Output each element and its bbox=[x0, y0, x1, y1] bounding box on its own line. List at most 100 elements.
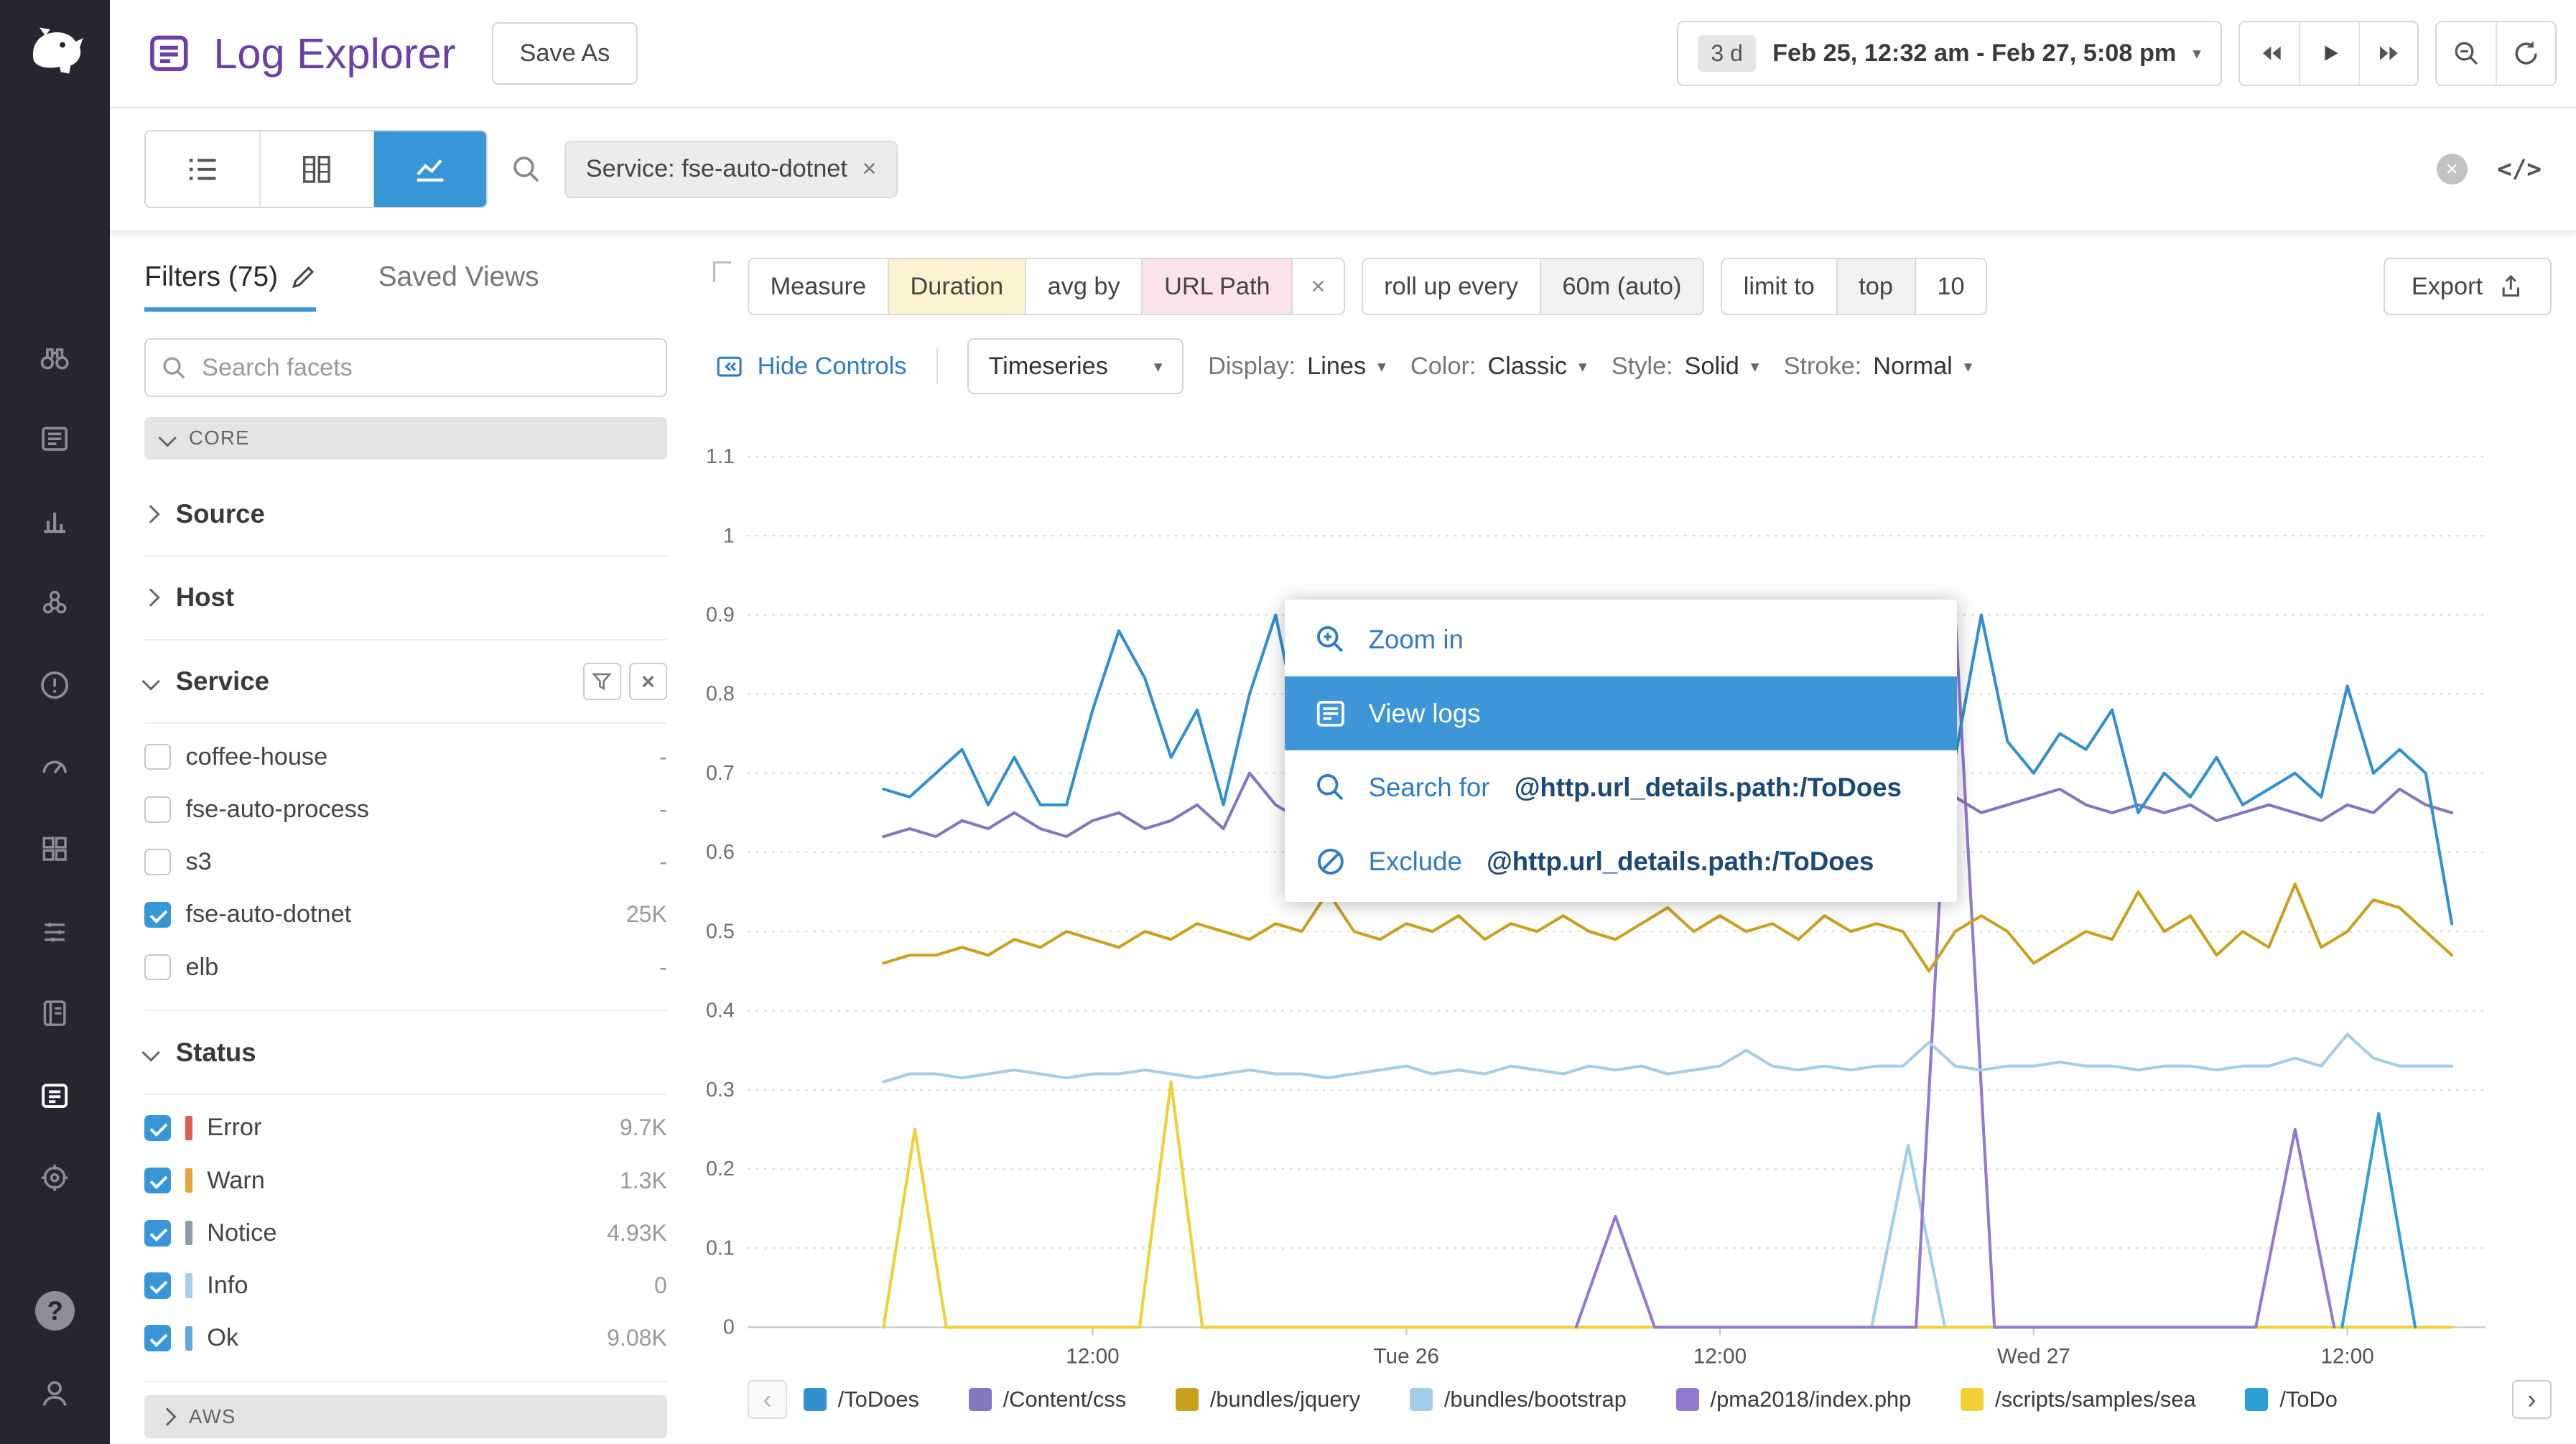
sidebar-item-apm[interactable] bbox=[0, 726, 110, 808]
sidebar-item-help[interactable]: ? bbox=[0, 1270, 110, 1351]
legend-item[interactable]: /bundles/bootstrap bbox=[1410, 1387, 1627, 1412]
facet-group-status[interactable]: Status bbox=[144, 1011, 667, 1095]
hide-controls-button[interactable]: Hide Controls bbox=[715, 352, 906, 381]
list-view-toggle[interactable] bbox=[146, 131, 259, 207]
legend-next-icon[interactable]: › bbox=[2512, 1380, 2552, 1420]
legend-item[interactable]: /pma2018/index.php bbox=[1676, 1387, 1912, 1412]
list-view-icon bbox=[185, 153, 220, 186]
facet-group-source[interactable]: Source bbox=[144, 472, 667, 556]
refresh-button[interactable] bbox=[2496, 22, 2554, 85]
save-as-button[interactable]: Save As bbox=[492, 22, 638, 85]
menu-item-search-for[interactable]: Search for @http.url_details.path:/ToDoe… bbox=[1285, 750, 1957, 824]
checkbox[interactable] bbox=[144, 849, 171, 875]
play-button[interactable] bbox=[2299, 22, 2358, 85]
sidebar-item-account[interactable] bbox=[0, 1352, 110, 1434]
display-dropdown[interactable]: Display: Lines ▾ bbox=[1208, 353, 1385, 381]
section-aws[interactable]: AWS bbox=[144, 1395, 667, 1438]
facet-item-fse-auto-process[interactable]: fse-auto-process- bbox=[144, 783, 667, 836]
sidebar-item-pipelines[interactable] bbox=[0, 890, 110, 972]
menu-item-zoom-in[interactable]: Zoom in bbox=[1285, 603, 1957, 677]
checkbox[interactable] bbox=[144, 1115, 171, 1142]
search-filter-pill[interactable]: Service: fse-auto-dotnet × bbox=[564, 141, 898, 198]
sidebar-item-settings[interactable] bbox=[0, 1137, 110, 1219]
legend-items: /ToDoes/Content/css/bundles/jquery/bundl… bbox=[804, 1387, 2496, 1412]
checkbox[interactable] bbox=[144, 796, 171, 823]
checkbox[interactable] bbox=[144, 1168, 171, 1194]
measure-value[interactable]: Duration bbox=[888, 259, 1025, 314]
menu-item-view-logs[interactable]: View logs bbox=[1285, 676, 1957, 750]
zoom-out-button[interactable] bbox=[2437, 22, 2496, 85]
clear-search-icon[interactable]: × bbox=[2437, 154, 2468, 185]
cluster-icon bbox=[37, 584, 73, 620]
legend-item[interactable]: /Content/css bbox=[969, 1387, 1127, 1412]
facet-item-coffee-house[interactable]: coffee-house- bbox=[144, 731, 667, 783]
edit-icon[interactable] bbox=[291, 265, 315, 289]
facet-item-ok[interactable]: Ok9.08K bbox=[144, 1312, 667, 1364]
facet-item-warn[interactable]: Warn1.3K bbox=[144, 1155, 667, 1207]
rollup-value[interactable]: 60m (auto) bbox=[1540, 259, 1703, 314]
graph-type-select[interactable]: Timeseries ▾ bbox=[967, 338, 1184, 394]
export-icon bbox=[2498, 274, 2524, 300]
menu-item-exclude[interactable]: Exclude @http.url_details.path:/ToDoes bbox=[1285, 824, 1957, 898]
sidebar-item-notebooks[interactable] bbox=[0, 972, 110, 1054]
checkbox[interactable] bbox=[144, 902, 171, 928]
section-core[interactable]: CORE bbox=[144, 417, 667, 460]
facet-item-fse-auto-dotnet[interactable]: fse-auto-dotnet25K bbox=[144, 888, 667, 941]
export-button[interactable]: Export bbox=[2384, 258, 2551, 315]
style-dropdown[interactable]: Style: Solid ▾ bbox=[1612, 353, 1759, 381]
sidebar-item-watchdog[interactable] bbox=[0, 315, 110, 397]
limit-mode[interactable]: top bbox=[1836, 259, 1915, 314]
skip-forward-button[interactable] bbox=[2358, 22, 2417, 85]
refresh-icon bbox=[2511, 39, 2541, 68]
code-view-icon[interactable]: </> bbox=[2497, 155, 2542, 184]
sidebar-item-logs[interactable] bbox=[0, 1055, 110, 1137]
sidebar-item-monitors[interactable] bbox=[0, 644, 110, 726]
facet-item-info[interactable]: Info0 bbox=[144, 1259, 667, 1312]
tab-filters[interactable]: Filters (75) bbox=[144, 261, 315, 312]
facet-search-input[interactable] bbox=[144, 338, 667, 397]
checkbox[interactable] bbox=[144, 1272, 171, 1299]
sidebar-item-integrations[interactable] bbox=[0, 808, 110, 890]
remove-filter-icon[interactable]: × bbox=[862, 155, 876, 183]
time-range-picker[interactable]: 3 d Feb 25, 12:32 am - Feb 27, 5:08 pm ▾ bbox=[1677, 21, 2223, 87]
facet-group-items: Error9.7KWarn1.3KNotice4.93KInfo0Ok9.08K bbox=[144, 1095, 667, 1382]
notebook-icon bbox=[37, 995, 73, 1031]
facet-item-notice[interactable]: Notice4.93K bbox=[144, 1207, 667, 1259]
search-icon bbox=[1314, 771, 1347, 804]
facet-item-error[interactable]: Error9.7K bbox=[144, 1101, 667, 1154]
facet-clear-icon[interactable]: × bbox=[629, 663, 667, 701]
groupby-value[interactable]: URL Path bbox=[1141, 259, 1291, 314]
legend-item[interactable]: /ToDo bbox=[2245, 1387, 2338, 1412]
hide-controls-label: Hide Controls bbox=[758, 353, 907, 381]
facet-group-service[interactable]: Service× bbox=[144, 641, 667, 725]
gauge-icon bbox=[37, 749, 73, 785]
facet-group-host[interactable]: Host bbox=[144, 556, 667, 641]
checkbox[interactable] bbox=[144, 1325, 171, 1351]
skip-back-button[interactable] bbox=[2240, 22, 2299, 85]
pipeline-icon bbox=[37, 913, 73, 949]
stroke-dropdown[interactable]: Stroke: Normal ▾ bbox=[1784, 353, 1973, 381]
chart-view-toggle[interactable] bbox=[373, 131, 486, 207]
facet-filter-icon[interactable] bbox=[583, 663, 621, 701]
checkbox[interactable] bbox=[144, 954, 171, 981]
facet-item-elb[interactable]: elb- bbox=[144, 941, 667, 993]
checkbox[interactable] bbox=[144, 744, 171, 770]
sidebar-item-infrastructure[interactable] bbox=[0, 562, 110, 643]
tab-saved-views[interactable]: Saved Views bbox=[378, 261, 539, 312]
legend-item[interactable]: /scripts/samples/sea bbox=[1961, 1387, 2196, 1412]
facet-item-s3[interactable]: s3- bbox=[144, 836, 667, 888]
checkbox[interactable] bbox=[144, 1220, 171, 1247]
legend-prev-icon[interactable]: ‹ bbox=[748, 1380, 787, 1420]
limit-value[interactable]: 10 bbox=[1915, 259, 1986, 314]
datadog-logo[interactable] bbox=[0, 0, 110, 105]
color-dropdown[interactable]: Color: Classic ▾ bbox=[1410, 353, 1587, 381]
agg-selector[interactable]: avg by bbox=[1025, 259, 1142, 314]
sidebar-item-events[interactable] bbox=[0, 398, 110, 480]
legend-item[interactable]: /ToDoes bbox=[804, 1387, 919, 1412]
alert-icon bbox=[37, 667, 73, 703]
side-by-side-view-toggle[interactable] bbox=[259, 131, 373, 207]
remove-groupby-icon[interactable]: × bbox=[1291, 259, 1343, 314]
sidebar-item-dashboards[interactable] bbox=[0, 480, 110, 562]
legend-item[interactable]: /bundles/jquery bbox=[1176, 1387, 1360, 1412]
log-explorer-app: ? Log Explorer Save As 3 d Feb 25, 12:32… bbox=[0, 0, 2576, 1444]
